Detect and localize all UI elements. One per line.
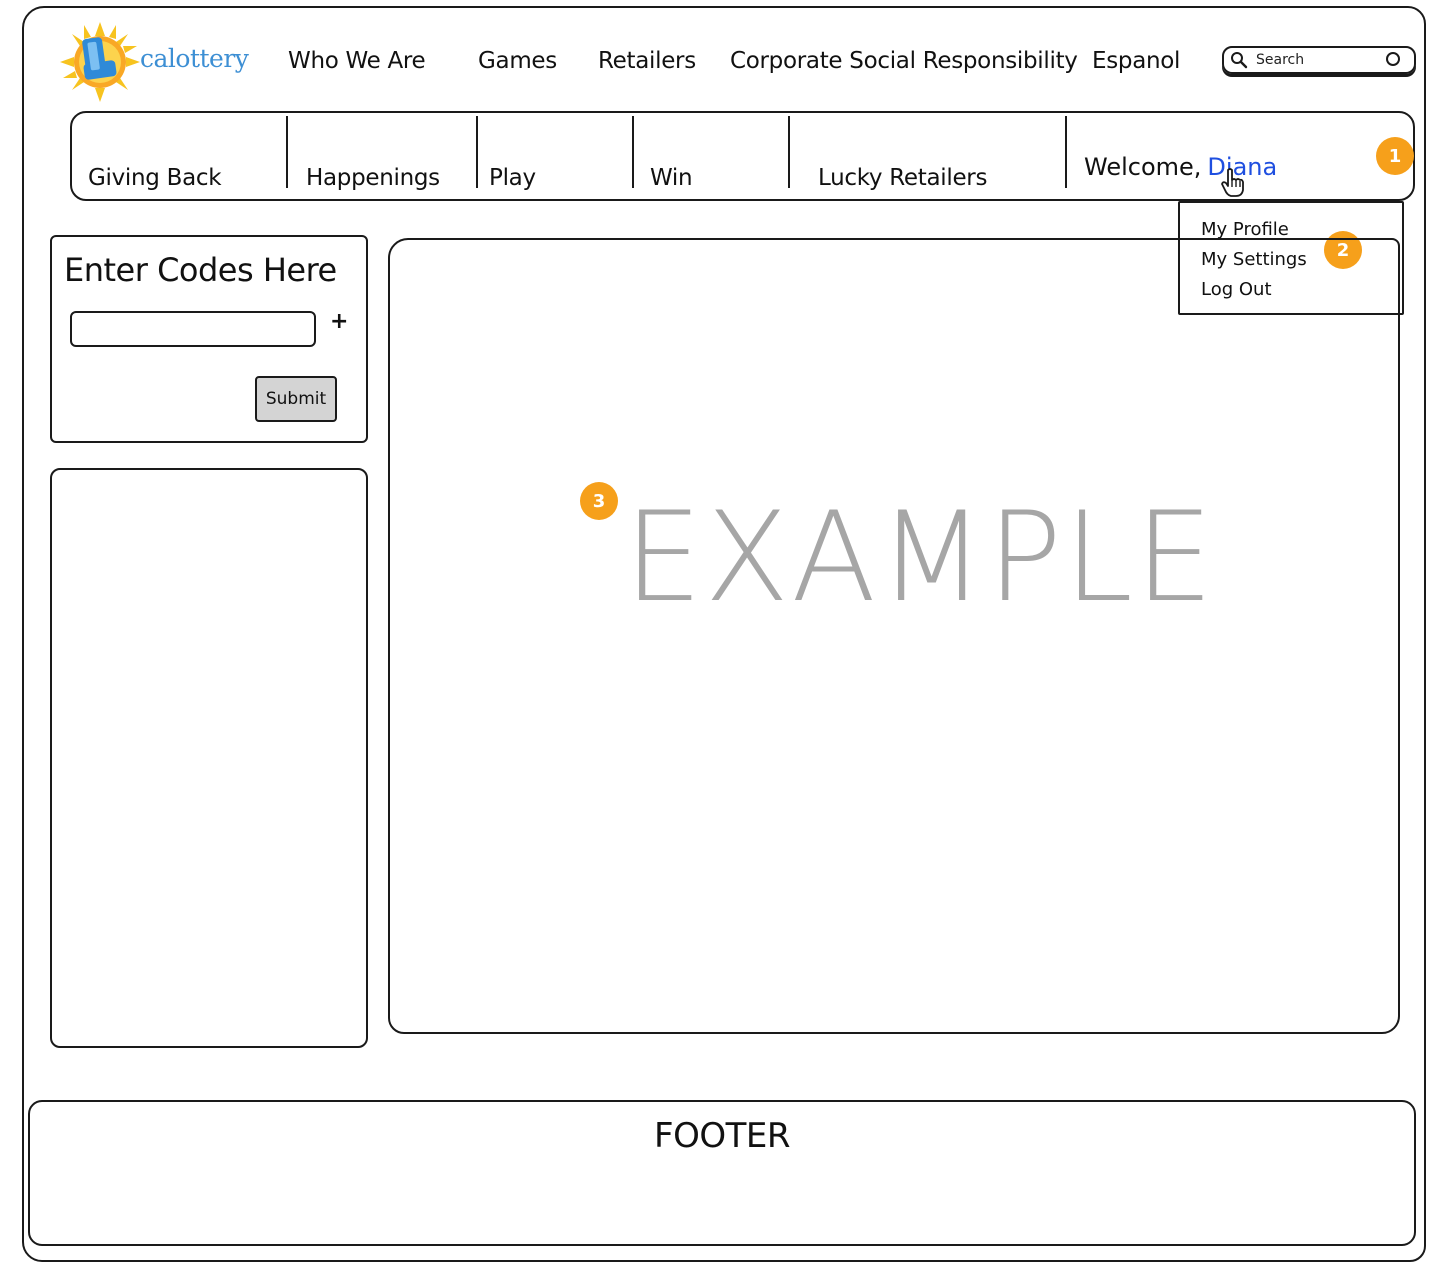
sidebar-panel: [50, 468, 368, 1048]
subnav-lucky-retailers[interactable]: Lucky Retailers: [818, 165, 987, 191]
nav-corporate-social-responsibility[interactable]: Corporate Social Responsibility: [730, 48, 1078, 74]
nav-divider: [286, 116, 288, 188]
footer: FOOTER: [28, 1100, 1416, 1246]
calottery-logo[interactable]: calottery: [60, 22, 260, 102]
footer-label: FOOTER: [654, 1116, 790, 1156]
subnav-play[interactable]: Play: [489, 165, 536, 191]
nav-divider: [632, 116, 634, 188]
add-code-button[interactable]: +: [330, 309, 348, 334]
sun-logo-icon: [60, 22, 140, 102]
code-input[interactable]: [70, 311, 316, 347]
logo-text: calottery: [140, 44, 249, 73]
annotation-badge-3: 3: [580, 482, 618, 520]
search-input[interactable]: [1256, 50, 1376, 70]
submit-button[interactable]: Submit: [255, 376, 337, 422]
search-icon: [1231, 52, 1248, 69]
welcome-message: Welcome, Diana: [1084, 153, 1277, 181]
hand-pointer-icon: [1221, 168, 1244, 197]
nav-who-we-are[interactable]: Who We Are: [288, 48, 426, 74]
subnav-win[interactable]: Win: [650, 165, 693, 191]
nav-divider: [476, 116, 478, 188]
enter-codes-panel: Enter Codes Here + Submit: [50, 235, 368, 443]
search-submit-icon[interactable]: [1386, 52, 1400, 66]
nav-divider: [1065, 116, 1067, 188]
nav-divider: [788, 116, 790, 188]
nav-games[interactable]: Games: [478, 48, 557, 74]
annotation-badge-1: 1: [1376, 137, 1414, 175]
example-placeholder-text: EXAMPLE: [624, 486, 1216, 630]
menu-my-profile[interactable]: My Profile: [1201, 219, 1289, 240]
nav-retailers[interactable]: Retailers: [598, 48, 696, 74]
subnav-giving-back[interactable]: Giving Back: [88, 165, 222, 191]
subnav-happenings[interactable]: Happenings: [306, 165, 440, 191]
nav-espanol[interactable]: Espanol: [1092, 48, 1180, 74]
secondary-nav: Giving Back Happenings Play Win Lucky Re…: [70, 111, 1415, 201]
welcome-label: Welcome,: [1084, 153, 1202, 181]
search-box: [1222, 46, 1416, 74]
main-content-area: EXAMPLE: [388, 238, 1400, 1034]
codes-panel-title: Enter Codes Here: [64, 251, 337, 289]
